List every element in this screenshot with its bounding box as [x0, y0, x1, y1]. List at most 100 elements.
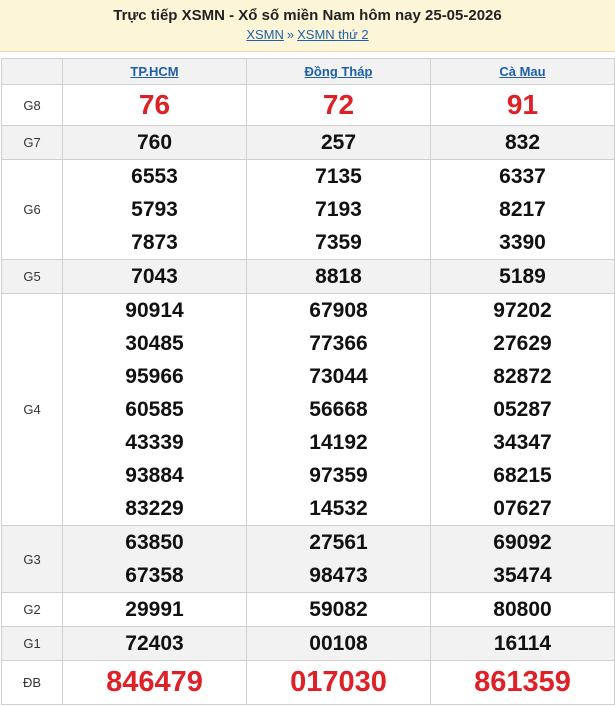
- result-cell: 29991: [62, 592, 247, 627]
- winning-number: 05287: [493, 398, 552, 421]
- winning-number: 7043: [131, 265, 178, 288]
- winning-number: 72: [322, 89, 355, 120]
- winning-number: 7359: [315, 231, 362, 254]
- prize-row: G4 90914 30485 95966 60585 43339 93884 83229 679…: [1, 293, 615, 526]
- winning-number: 3390: [499, 231, 546, 254]
- winning-number: 90914: [125, 299, 184, 322]
- result-cell: 67908 77366 73044 56668 14192 97359 14532: [246, 293, 431, 526]
- winning-number: 56668: [309, 398, 368, 421]
- province-header[interactable]: TP.HCM: [62, 58, 247, 85]
- winning-number: 97359: [309, 464, 368, 487]
- result-cell: 72403: [62, 626, 247, 661]
- page-title: Trực tiếp XSMN - Xổ số miền Nam hôm nay …: [113, 7, 502, 24]
- winning-number: 72403: [125, 632, 184, 655]
- result-cell: 76: [62, 84, 247, 126]
- winning-number: 98473: [309, 564, 368, 587]
- result-cell: 69092 35474: [430, 525, 615, 593]
- winning-number: 6553: [131, 165, 178, 188]
- result-cell: 90914 30485 95966 60585 43339 93884 83229: [62, 293, 247, 526]
- winning-number: 257: [320, 131, 357, 154]
- result-cell: 832: [430, 125, 615, 160]
- winning-number: 5189: [499, 265, 546, 288]
- prize-row: G1 72403 00108 16114: [1, 626, 615, 661]
- prize-row: G8 76 72 91: [1, 84, 615, 126]
- prize-label: G1: [1, 626, 63, 661]
- prize-row: G6 6553 5793 7873 7135 7193 7359 6337 8217 3390: [1, 159, 615, 260]
- prize-row: G3 63850 67358 27561 98473 69092 35474: [1, 525, 615, 593]
- winning-number: 82872: [493, 365, 552, 388]
- winning-number: 017030: [290, 666, 387, 698]
- province-link[interactable]: Cà Mau: [499, 64, 545, 79]
- winning-number: 7193: [315, 198, 362, 221]
- breadcrumb-link-xsmn[interactable]: XSMN: [246, 27, 284, 42]
- winning-number: 760: [136, 131, 173, 154]
- result-cell: 91: [430, 84, 615, 126]
- result-cell: 8818: [246, 259, 431, 294]
- breadcrumb: XSMN» XSMN thứ 2: [0, 26, 615, 43]
- winning-number: 07627: [493, 497, 552, 520]
- breadcrumb-separator: »: [286, 27, 295, 42]
- corner-cell: [1, 58, 63, 85]
- prize-label: G3: [1, 525, 63, 593]
- result-cell: 59082: [246, 592, 431, 627]
- results-table: TP.HCM Đồng Tháp Cà Mau G8 76 72 91 G7 760 257…: [1, 58, 615, 705]
- winning-number: 91: [506, 89, 539, 120]
- result-cell: 5189: [430, 259, 615, 294]
- result-cell: 00108: [246, 626, 431, 661]
- prize-row: ĐB 846479 017030 861359: [1, 660, 615, 705]
- winning-number: 34347: [493, 431, 552, 454]
- winning-number: 7873: [131, 231, 178, 254]
- result-cell: 27561 98473: [246, 525, 431, 593]
- winning-number: 93884: [125, 464, 184, 487]
- result-cell: 257: [246, 125, 431, 160]
- result-cell: 760: [62, 125, 247, 160]
- prize-label: G8: [1, 84, 63, 126]
- winning-number: 77366: [309, 332, 368, 355]
- result-cell: 72: [246, 84, 431, 126]
- result-cell: 6553 5793 7873: [62, 159, 247, 260]
- winning-number: 83229: [125, 497, 184, 520]
- prize-label: ĐB: [1, 660, 63, 705]
- winning-number: 60585: [125, 398, 184, 421]
- result-cell: 017030: [246, 660, 431, 705]
- winning-number: 67908: [309, 299, 368, 322]
- winning-number: 14532: [309, 497, 368, 520]
- winning-number: 43339: [125, 431, 184, 454]
- result-cell: 97202 27629 82872 05287 34347 68215 07627: [430, 293, 615, 526]
- winning-number: 67358: [125, 564, 184, 587]
- province-header-row: TP.HCM Đồng Tháp Cà Mau: [1, 58, 615, 85]
- winning-number: 8217: [499, 198, 546, 221]
- result-cell: 7043: [62, 259, 247, 294]
- province-header[interactable]: Cà Mau: [430, 58, 615, 85]
- result-cell: 80800: [430, 592, 615, 627]
- result-cell: 6337 8217 3390: [430, 159, 615, 260]
- result-cell: 846479: [62, 660, 247, 705]
- winning-number: 97202: [493, 299, 552, 322]
- winning-number: 59082: [309, 598, 368, 621]
- winning-number: 80800: [493, 598, 552, 621]
- winning-number: 846479: [106, 666, 203, 698]
- prize-label: G7: [1, 125, 63, 160]
- winning-number: 73044: [309, 365, 368, 388]
- province-link[interactable]: Đồng Tháp: [305, 64, 373, 79]
- winning-number: 30485: [125, 332, 184, 355]
- winning-number: 8818: [315, 265, 362, 288]
- winning-number: 76: [138, 89, 171, 120]
- winning-number: 35474: [493, 564, 552, 587]
- province-link[interactable]: TP.HCM: [130, 64, 178, 79]
- winning-number: 68215: [493, 464, 552, 487]
- result-cell: 16114: [430, 626, 615, 661]
- winning-number: 5793: [131, 198, 178, 221]
- breadcrumb-link-xsmn-monday[interactable]: XSMN thứ 2: [297, 27, 369, 42]
- winning-number: 7135: [315, 165, 362, 188]
- prize-body: G8 76 72 91 G7 760 257 832 G6 6553 5793 7873 7135 719…: [1, 84, 615, 705]
- province-header[interactable]: Đồng Tháp: [246, 58, 431, 85]
- winning-number: 16114: [493, 632, 552, 655]
- prize-row: G7 760 257 832: [1, 125, 615, 160]
- prize-label: G6: [1, 159, 63, 260]
- prize-label: G4: [1, 293, 63, 526]
- prize-label: G5: [1, 259, 63, 294]
- winning-number: 27561: [309, 531, 368, 554]
- prize-row: G2 29991 59082 80800: [1, 592, 615, 627]
- result-cell: 7135 7193 7359: [246, 159, 431, 260]
